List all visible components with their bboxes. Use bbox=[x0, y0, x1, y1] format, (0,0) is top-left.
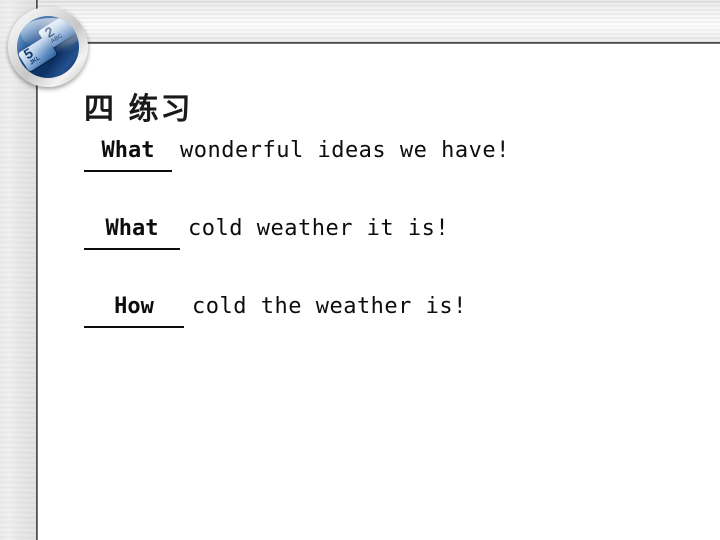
exercise-1-sentence: wonderful ideas we have! bbox=[180, 138, 510, 163]
phone-keypad-icon: 2 ABC 5 JKL bbox=[17, 16, 79, 78]
exercise-item-1: What wonderful ideas we have! bbox=[84, 135, 684, 213]
slide-canvas: 2 ABC 5 JKL 四 练习 What wonderful ideas we … bbox=[0, 0, 720, 540]
exercise-list: What wonderful ideas we have! What cold we… bbox=[84, 135, 684, 369]
exercise-item-3: How cold the weather is! bbox=[84, 291, 684, 369]
exercise-2-blank-answer: What bbox=[84, 213, 180, 250]
exercise-2-sentence: cold weather it is! bbox=[188, 216, 450, 241]
exercise-3-sentence: cold the weather is! bbox=[192, 294, 467, 319]
exercise-3-blank-answer: How bbox=[84, 291, 184, 328]
page-title: 四 练习 bbox=[84, 92, 193, 127]
exercise-item-2: What cold weather it is! bbox=[84, 213, 684, 291]
top-horizontal-rule bbox=[0, 42, 720, 44]
top-metal-band bbox=[0, 0, 720, 42]
exercise-1-blank-answer: What bbox=[84, 135, 172, 172]
logo-badge: 2 ABC 5 JKL bbox=[8, 7, 88, 87]
